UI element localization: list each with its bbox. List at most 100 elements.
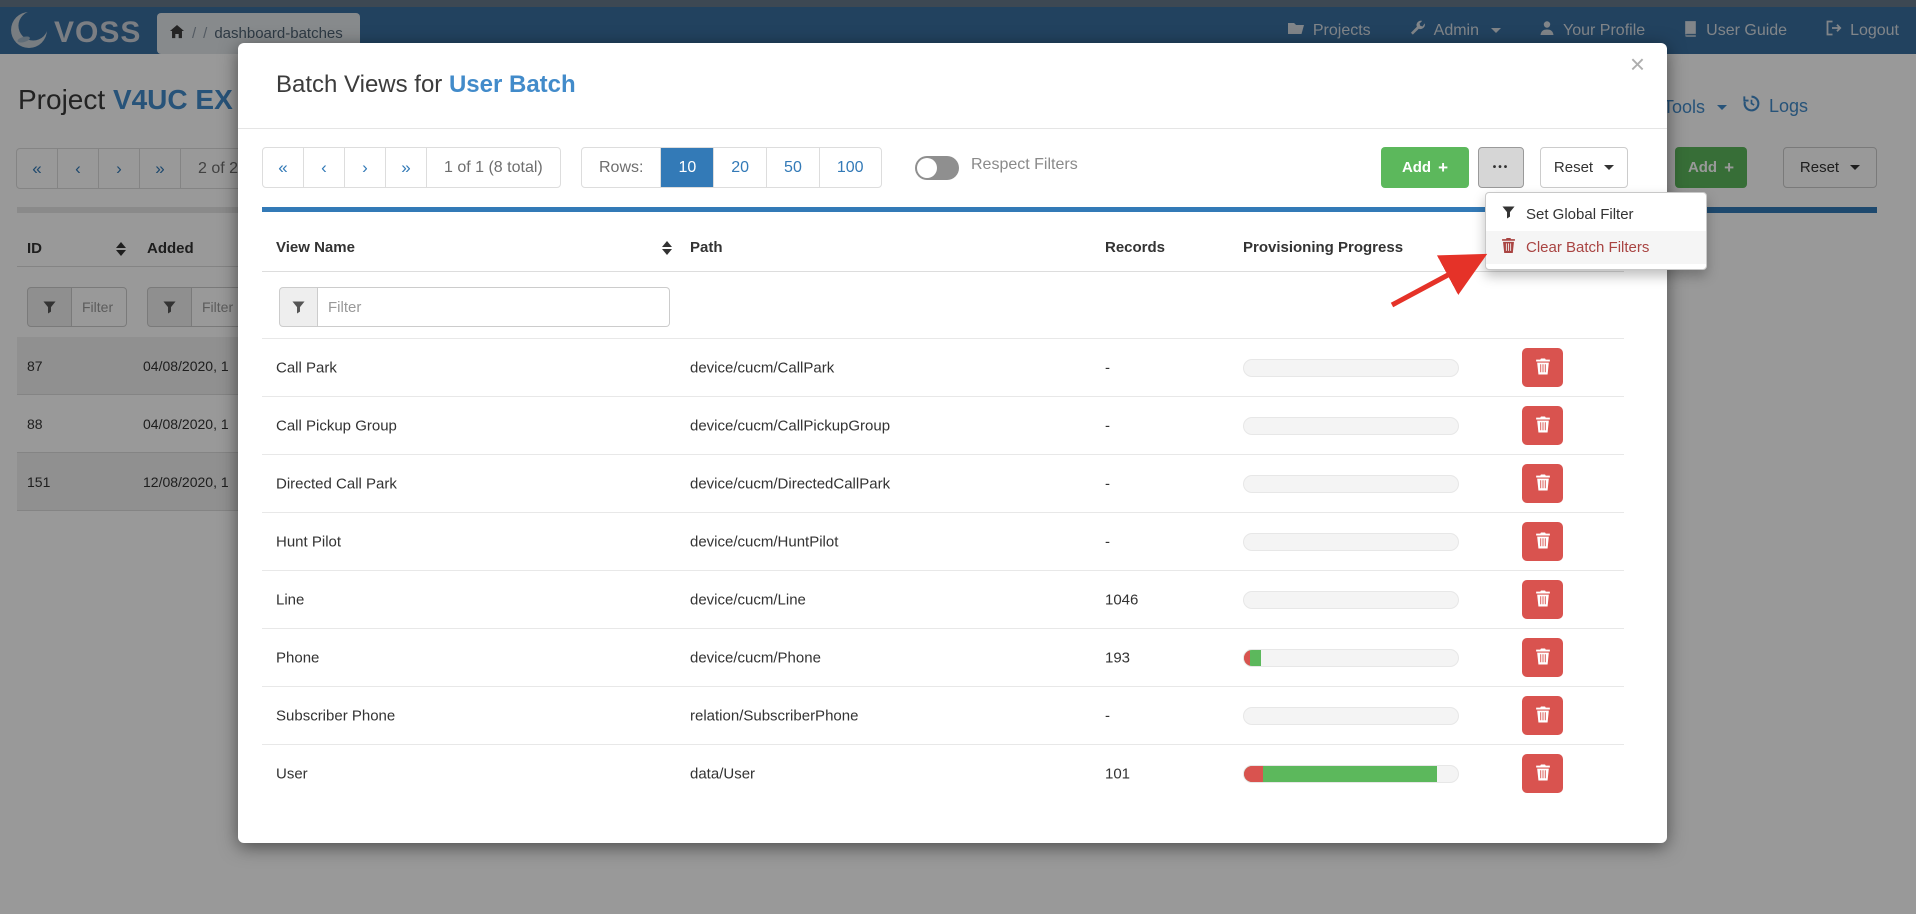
menu-item-clear-batch-filters[interactable]: Clear Batch Filters: [1486, 231, 1706, 264]
modal-title-batch-name: User Batch: [449, 71, 576, 98]
table-row: Hunt Pilot device/cucm/HuntPilot -: [262, 512, 1624, 570]
view-name-cell: Subscriber Phone: [276, 707, 395, 724]
plus-icon: +: [1438, 158, 1448, 178]
trash-icon: [1536, 416, 1550, 435]
respect-filters-label: Respect Filters: [971, 156, 1078, 174]
batch-views-modal: Batch Views for User Batch × « ‹ › » 1 o…: [238, 43, 1667, 843]
annotation-arrow: [1370, 243, 1505, 318]
path-cell: device/cucm/Line: [690, 591, 806, 608]
modal-page-next-button[interactable]: ›: [345, 148, 386, 187]
provisioning-progress-bar: [1243, 417, 1459, 435]
column-header-view-name[interactable]: View Name: [276, 239, 355, 256]
batch-views-table: Call Park device/cucm/CallPark - Call Pi…: [262, 338, 1624, 802]
funnel-icon[interactable]: [279, 287, 318, 327]
path-cell: device/cucm/CallPark: [690, 359, 834, 376]
progress-error-segment: [1244, 766, 1263, 782]
view-name-cell: Phone: [276, 649, 319, 666]
progress-error-segment: [1244, 650, 1250, 666]
modal-add-button[interactable]: Add +: [1381, 147, 1469, 188]
chevron-down-icon: [1604, 165, 1614, 170]
modal-reset-button[interactable]: Reset: [1540, 147, 1628, 188]
path-cell: relation/SubscriberPhone: [690, 707, 858, 724]
provisioning-progress-bar: [1243, 359, 1459, 377]
trash-icon: [1536, 474, 1550, 493]
view-name-filter-group: [279, 287, 670, 327]
menu-item-set-global-filter[interactable]: Set Global Filter: [1486, 198, 1706, 231]
trash-icon: [1536, 764, 1550, 783]
close-icon[interactable]: ×: [1630, 51, 1645, 77]
records-cell: -: [1105, 417, 1110, 434]
view-name-cell: Call Pickup Group: [276, 417, 397, 434]
table-row: Line device/cucm/Line 1046: [262, 570, 1624, 628]
modal-page-prev-button[interactable]: ‹: [304, 148, 345, 187]
provisioning-progress-bar: [1243, 591, 1459, 609]
more-actions-dropdown: Set Global Filter Clear Batch Filters: [1485, 192, 1707, 270]
trash-icon: [1536, 532, 1550, 551]
path-cell: device/cucm/DirectedCallPark: [690, 475, 890, 492]
view-name-cell: Hunt Pilot: [276, 533, 341, 550]
path-cell: device/cucm/Phone: [690, 649, 821, 666]
rows-option-20[interactable]: 20: [714, 148, 767, 187]
rows-per-page-selector: Rows: 10 20 50 100: [581, 147, 882, 188]
records-cell: 1046: [1105, 591, 1138, 608]
table-row: Subscriber Phone relation/SubscriberPhon…: [262, 686, 1624, 744]
table-row: Call Pickup Group device/cucm/CallPickup…: [262, 396, 1624, 454]
respect-filters-toggle[interactable]: [915, 156, 959, 180]
delete-button[interactable]: [1522, 580, 1563, 619]
trash-icon: [1536, 590, 1550, 609]
delete-button[interactable]: [1522, 348, 1563, 387]
delete-button[interactable]: [1522, 754, 1563, 793]
delete-button[interactable]: [1522, 522, 1563, 561]
delete-button[interactable]: [1522, 406, 1563, 445]
records-cell: -: [1105, 475, 1110, 492]
delete-button[interactable]: [1522, 696, 1563, 735]
provisioning-progress-bar: [1243, 765, 1459, 783]
delete-button[interactable]: [1522, 464, 1563, 503]
table-row: Call Park device/cucm/CallPark -: [262, 338, 1624, 396]
delete-button[interactable]: [1522, 638, 1563, 677]
rows-option-50[interactable]: 50: [767, 148, 820, 187]
records-cell: -: [1105, 359, 1110, 376]
trash-icon: [1536, 358, 1550, 377]
view-name-cell: User: [276, 765, 308, 782]
modal-page-first-button[interactable]: «: [263, 148, 304, 187]
menu-item-label: Clear Batch Filters: [1526, 239, 1649, 256]
rows-label: Rows:: [582, 148, 661, 187]
provisioning-progress-bar: [1243, 475, 1459, 493]
records-cell: 101: [1105, 765, 1130, 782]
view-name-cell: Call Park: [276, 359, 337, 376]
more-actions-button[interactable]: •••: [1478, 147, 1524, 188]
modal-title: Batch Views for User Batch: [276, 71, 576, 99]
table-row: Directed Call Park device/cucm/DirectedC…: [262, 454, 1624, 512]
ellipsis-icon: •••: [1493, 162, 1510, 173]
records-cell: -: [1105, 707, 1110, 724]
records-cell: -: [1105, 533, 1110, 550]
records-cell: 193: [1105, 649, 1130, 666]
reset-label: Reset: [1554, 159, 1593, 176]
column-header-records: Records: [1105, 239, 1165, 256]
modal-header-divider: [238, 128, 1667, 129]
sort-icon[interactable]: [662, 241, 672, 255]
table-top-border-blue: [262, 207, 1624, 212]
toggle-knob: [917, 158, 937, 178]
funnel-icon: [1502, 206, 1515, 223]
column-header-path[interactable]: Path: [690, 239, 723, 256]
provisioning-progress-bar: [1243, 649, 1459, 667]
provisioning-progress-bar: [1243, 707, 1459, 725]
view-name-cell: Line: [276, 591, 304, 608]
modal-title-prefix: Batch Views for: [276, 71, 449, 98]
menu-item-label: Set Global Filter: [1526, 206, 1634, 223]
rows-option-100[interactable]: 100: [820, 148, 881, 187]
modal-page-info: 1 of 1 (8 total): [427, 148, 560, 187]
modal-page-last-button[interactable]: »: [386, 148, 427, 187]
progress-success-segment: [1244, 766, 1437, 782]
provisioning-progress-bar: [1243, 533, 1459, 551]
trash-icon: [1536, 648, 1550, 667]
path-cell: device/cucm/HuntPilot: [690, 533, 838, 550]
view-name-filter-input[interactable]: [318, 287, 670, 327]
rows-option-10[interactable]: 10: [661, 148, 714, 187]
modal-pagination: « ‹ › » 1 of 1 (8 total): [262, 147, 561, 188]
trash-icon: [1536, 706, 1550, 725]
path-cell: device/cucm/CallPickupGroup: [690, 417, 890, 434]
add-label: Add: [1402, 159, 1431, 176]
